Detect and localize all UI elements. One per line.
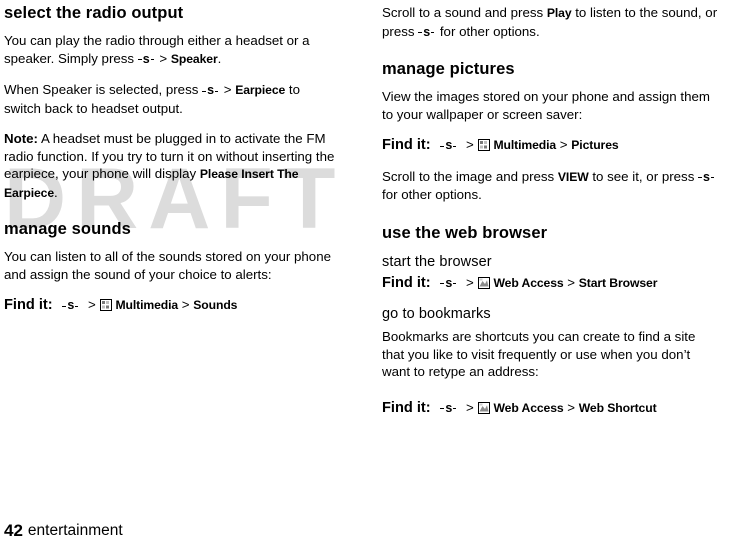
- manual-page: select the radio output You can play the…: [0, 0, 751, 547]
- paragraph-manage-pictures: View the images stored on your phone and…: [382, 89, 710, 122]
- web-access-icon: [478, 401, 491, 414]
- menu-item-speaker: Speaker: [170, 51, 218, 66]
- paragraph-manage-sounds: You can listen to all of the sounds stor…: [4, 249, 331, 282]
- paragraph-radio-output-1: You can play the radio through either a …: [4, 32, 340, 68]
- find-it-label: Find it:: [382, 274, 431, 291]
- page-footer: 42 entertainment: [4, 521, 123, 541]
- multimedia-icon: [478, 138, 491, 151]
- note-label: Note:: [4, 131, 38, 146]
- center-select-key-icon: s: [440, 275, 458, 293]
- heading-use-web-browser: use the web browser: [382, 223, 548, 242]
- menu-item-sounds: Sounds: [193, 298, 238, 312]
- menu-item-start-browser: Start Browser: [578, 275, 658, 290]
- menu-item-play: Play: [546, 6, 572, 20]
- heading-manage-sounds: manage sounds: [4, 220, 131, 238]
- page-number: 42: [4, 521, 23, 540]
- text-fragment: for other options.: [382, 187, 482, 202]
- subheading-start-browser: start the browser: [382, 253, 492, 270]
- center-select-key-icon: s: [137, 51, 156, 69]
- find-it-manage-pictures: Find it: s > Multimedia > Pictures: [382, 136, 718, 155]
- find-it-label: Find it:: [4, 297, 53, 313]
- paragraph-sound-play: Scroll to a sound and press Play to list…: [382, 4, 718, 41]
- text-fragment: .: [54, 184, 58, 200]
- find-it-start-browser: Find it: s > Web Access > Start Browser: [382, 274, 718, 293]
- text-fragment: Scroll to a sound and press: [382, 5, 547, 20]
- footer-section-label: entertainment: [27, 522, 123, 539]
- paragraph-bookmarks: Bookmarks are shortcuts you can create t…: [382, 329, 696, 379]
- menu-item-web-access: Web Access: [493, 275, 564, 290]
- menu-item-web-access: Web Access: [493, 400, 564, 415]
- center-select-key-icon: s: [698, 169, 716, 187]
- find-it-label: Find it:: [382, 137, 431, 153]
- paragraph-radio-output-2: When Speaker is selected, press s > Earp…: [4, 81, 340, 117]
- text-fragment: >: [178, 297, 194, 312]
- center-select-key-icon: s: [418, 24, 436, 42]
- text-fragment: >: [462, 274, 478, 290]
- menu-item-multimedia: Multimedia: [493, 138, 557, 152]
- menu-item-earpiece: Earpiece: [235, 83, 286, 97]
- multimedia-icon: [100, 298, 113, 311]
- text-fragment: for other options.: [436, 23, 540, 39]
- paragraph-radio-note: Note: A headset must be plugged in to ac…: [4, 130, 340, 202]
- menu-item-multimedia: Multimedia: [115, 298, 179, 312]
- center-select-key-icon: s: [202, 82, 220, 100]
- menu-item-web-shortcut: Web Shortcut: [578, 400, 657, 415]
- heading-manage-pictures: manage pictures: [382, 60, 515, 78]
- center-select-key-icon: s: [440, 137, 458, 155]
- find-it-web-shortcut: Find it: s > Web Access > Web Shortcut: [382, 399, 718, 418]
- find-it-label: Find it:: [382, 399, 431, 416]
- text-fragment: .: [217, 50, 222, 66]
- text-fragment: >: [462, 399, 478, 415]
- text-fragment: When Speaker is selected, press: [4, 82, 203, 97]
- text-fragment: >: [155, 50, 171, 66]
- paragraph-picture-view: Scroll to the image and press VIEW to se…: [382, 168, 718, 204]
- web-access-icon: [478, 276, 491, 289]
- text-fragment: >: [563, 274, 579, 290]
- center-select-key-icon: s: [440, 400, 458, 418]
- find-it-manage-sounds: Find it: s > Multimedia > Sounds: [4, 296, 340, 315]
- text-fragment: >: [556, 137, 572, 152]
- menu-item-pictures: Pictures: [571, 138, 619, 152]
- menu-item-view: VIEW: [557, 169, 589, 184]
- text-fragment: >: [84, 297, 100, 312]
- text-fragment: >: [563, 399, 579, 415]
- text-fragment: >: [462, 137, 478, 152]
- center-select-key-icon: s: [62, 297, 80, 315]
- text-fragment: to see it, or press: [588, 168, 699, 184]
- text-fragment: >: [220, 82, 236, 97]
- left-column: select the radio output You can play the…: [4, 0, 340, 328]
- subheading-go-to-bookmarks: go to bookmarks: [382, 306, 491, 322]
- heading-select-radio-output: select the radio output: [4, 4, 184, 22]
- text-fragment: Scroll to the image and press: [382, 168, 558, 184]
- right-column: Scroll to a sound and press Play to list…: [382, 0, 718, 430]
